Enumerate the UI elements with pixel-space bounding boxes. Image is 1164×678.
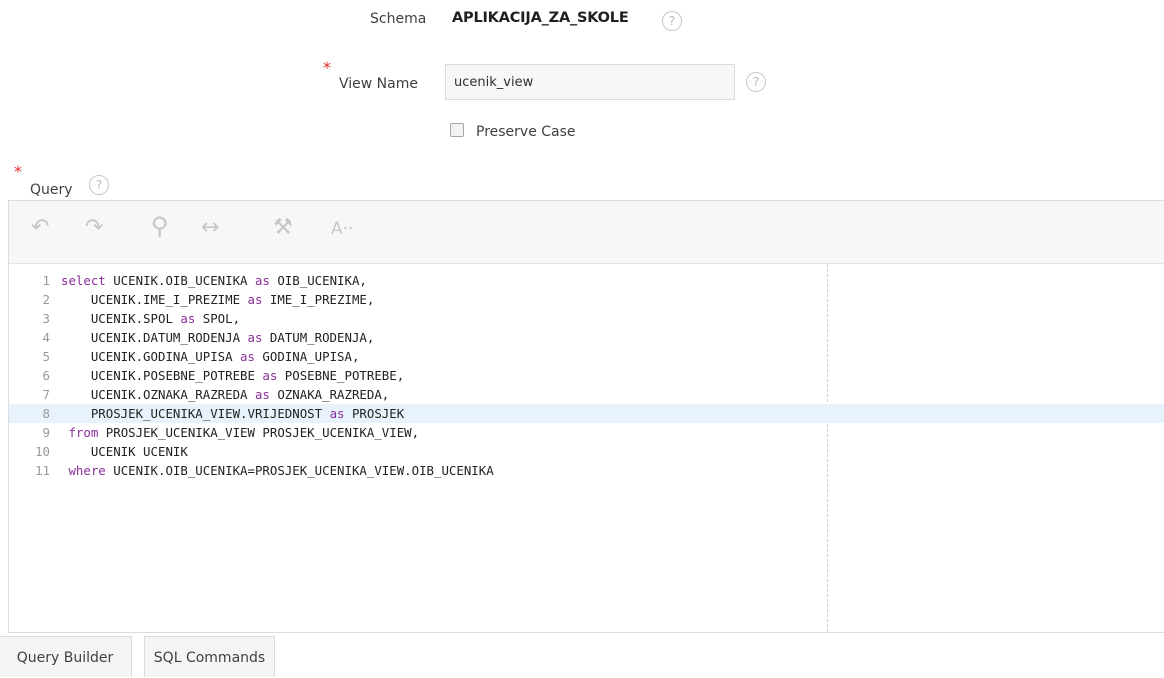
code-text: where UCENIK.OIB_UCENIKA=PROSJEK_UCENIKA… — [61, 461, 494, 480]
sql-token: SPOL, — [195, 311, 241, 326]
code-text: UCENIK.SPOL as SPOL, — [61, 309, 240, 328]
schema-help-icon[interactable]: ? — [662, 11, 682, 31]
sql-keyword: as — [254, 273, 270, 288]
sql-token: OZNAKA_RAZREDA, — [269, 387, 390, 402]
format-hammer-icon[interactable]: ⚒ — [273, 217, 293, 239]
code-line[interactable]: 1 select UCENIK.OIB_UCENIKA as OIB_UCENIK… — [9, 271, 1164, 290]
query-help-icon[interactable]: ? — [89, 175, 109, 195]
line-number: 2 — [42, 292, 50, 307]
sql-token: UCENIK.DATUM_RODENJA — [90, 330, 248, 345]
sql-token: POSEBNE_POTREBE, — [277, 368, 405, 383]
view-name-input[interactable] — [445, 64, 735, 100]
code-text: from PROSJEK_UCENIKA_VIEW PROSJEK_UCENIK… — [61, 423, 419, 442]
schema-label: Schema — [370, 11, 427, 27]
schema-value: APLIKACIJA_ZA_SKOLE — [452, 10, 629, 26]
line-number: 5 — [42, 349, 50, 364]
sql-keyword: select — [61, 273, 106, 288]
sql-keyword: as — [329, 406, 345, 421]
line-number: 11 — [35, 463, 50, 478]
sql-token: UCENIK.IME_I_PREZIME — [90, 292, 248, 307]
line-number: 1 — [42, 273, 50, 288]
sql-keyword: from — [68, 425, 99, 440]
sql-keyword: as — [254, 387, 270, 402]
sql-keyword: as — [180, 311, 196, 326]
sql-token: GODINA_UPISA, — [254, 349, 360, 364]
sql-token: UCENIK.SPOL — [90, 311, 181, 326]
code-line[interactable]: 10 UCENIK UCENIK — [9, 442, 1164, 461]
font-size-icon[interactable]: A·· — [331, 221, 353, 238]
editor-toolbar: ↶ ↷ ⚲ ↔ ⚒ A·· — [9, 201, 1164, 264]
line-number: 6 — [42, 368, 50, 383]
preserve-case-label: Preserve Case — [476, 124, 576, 140]
line-number: 7 — [42, 387, 50, 402]
search-icon[interactable]: ⚲ — [151, 212, 169, 240]
query-builder-button[interactable]: Query Builder — [0, 636, 132, 677]
line-number: 8 — [42, 406, 50, 421]
code-line[interactable]: 7 UCENIK.OZNAKA_RAZREDA as OZNAKA_RAZRED… — [9, 385, 1164, 404]
sql-token: DATUM_RODENJA, — [262, 330, 375, 345]
code-line[interactable]: 8 PROSJEK_UCENIKA_VIEW.VRIJEDNOST as PRO… — [9, 404, 1164, 423]
sql-keyword: as — [240, 349, 255, 364]
code-text: UCENIK.OZNAKA_RAZREDA as OZNAKA_RAZREDA, — [61, 385, 389, 404]
view-name-help-icon[interactable]: ? — [746, 72, 766, 92]
line-number: 4 — [42, 330, 50, 345]
sql-token: PROSJEK_UCENIKA_VIEW.VRIJEDNOST — [90, 406, 330, 421]
sql-commands-button[interactable]: SQL Commands — [144, 636, 275, 677]
sql-token: OIB_UCENIKA, — [269, 273, 367, 288]
code-text: UCENIK.POSEBNE_POTREBE as POSEBNE_POTREB… — [61, 366, 404, 385]
preserve-case-checkbox[interactable] — [450, 123, 464, 137]
sql-keyword: as — [247, 330, 263, 345]
code-text: UCENIK.DATUM_RODENJA as DATUM_RODENJA, — [61, 328, 374, 347]
sql-token: UCENIK.OIB_UCENIKA=PROSJEK_UCENIKA_VIEW.… — [105, 463, 494, 478]
sql-token: UCENIK.POSEBNE_POTREBE — [90, 368, 263, 383]
code-line[interactable]: 2 UCENIK.IME_I_PREZIME as IME_I_PREZIME, — [9, 290, 1164, 309]
line-number: 9 — [42, 425, 50, 440]
code-text: UCENIK UCENIK — [61, 442, 188, 461]
sql-keyword: where — [68, 463, 106, 478]
sql-keyword: as — [262, 368, 278, 383]
replace-icon[interactable]: ↔ — [201, 217, 219, 239]
code-area[interactable]: 1 select UCENIK.OIB_UCENIKA as OIB_UCENIK… — [9, 264, 1164, 632]
view-name-label: View Name — [339, 76, 418, 92]
code-line[interactable]: 6 UCENIK.POSEBNE_POTREBE as POSEBNE_POTR… — [9, 366, 1164, 385]
code-line[interactable]: 9 from PROSJEK_UCENIKA_VIEW PROSJEK_UCEN… — [9, 423, 1164, 442]
sql-token: UCENIK.OIB_UCENIKA — [105, 273, 255, 288]
view-name-required-icon: * — [323, 58, 331, 77]
code-text: UCENIK.IME_I_PREZIME as IME_I_PREZIME, — [61, 290, 374, 309]
code-line[interactable]: 11 where UCENIK.OIB_UCENIKA=PROSJEK_UCEN… — [9, 461, 1164, 480]
undo-icon[interactable]: ↶ — [31, 217, 49, 239]
sql-token: PROSJEK — [344, 406, 405, 421]
query-label: Query — [30, 182, 73, 198]
code-line[interactable]: 4 UCENIK.DATUM_RODENJA as DATUM_RODENJA, — [9, 328, 1164, 347]
sql-token: UCENIK UCENIK — [90, 444, 188, 459]
code-text: select UCENIK.OIB_UCENIKA as OIB_UCENIKA… — [61, 271, 367, 290]
code-line[interactable]: 5 UCENIK.GODINA_UPISA as GODINA_UPISA, — [9, 347, 1164, 366]
sql-token: UCENIK.GODINA_UPISA — [90, 349, 241, 364]
sql-keyword: as — [247, 292, 263, 307]
query-editor: ↶ ↷ ⚲ ↔ ⚒ A·· 1 select UCENIK.OIB_UCENIKA… — [8, 200, 1164, 633]
line-number: 10 — [35, 444, 50, 459]
sql-token: PROSJEK_UCENIKA_VIEW PROSJEK_UCENIKA_VIE… — [98, 425, 420, 440]
sql-token: IME_I_PREZIME, — [262, 292, 375, 307]
query-required-icon: * — [14, 162, 22, 181]
code-text: PROSJEK_UCENIKA_VIEW.VRIJEDNOST as PROSJ… — [61, 404, 404, 423]
code-line[interactable]: 3 UCENIK.SPOL as SPOL, — [9, 309, 1164, 328]
line-number: 3 — [42, 311, 50, 326]
sql-token: UCENIK.OZNAKA_RAZREDA — [90, 387, 255, 402]
redo-icon[interactable]: ↷ — [85, 217, 103, 239]
code-text: UCENIK.GODINA_UPISA as GODINA_UPISA, — [61, 347, 360, 366]
